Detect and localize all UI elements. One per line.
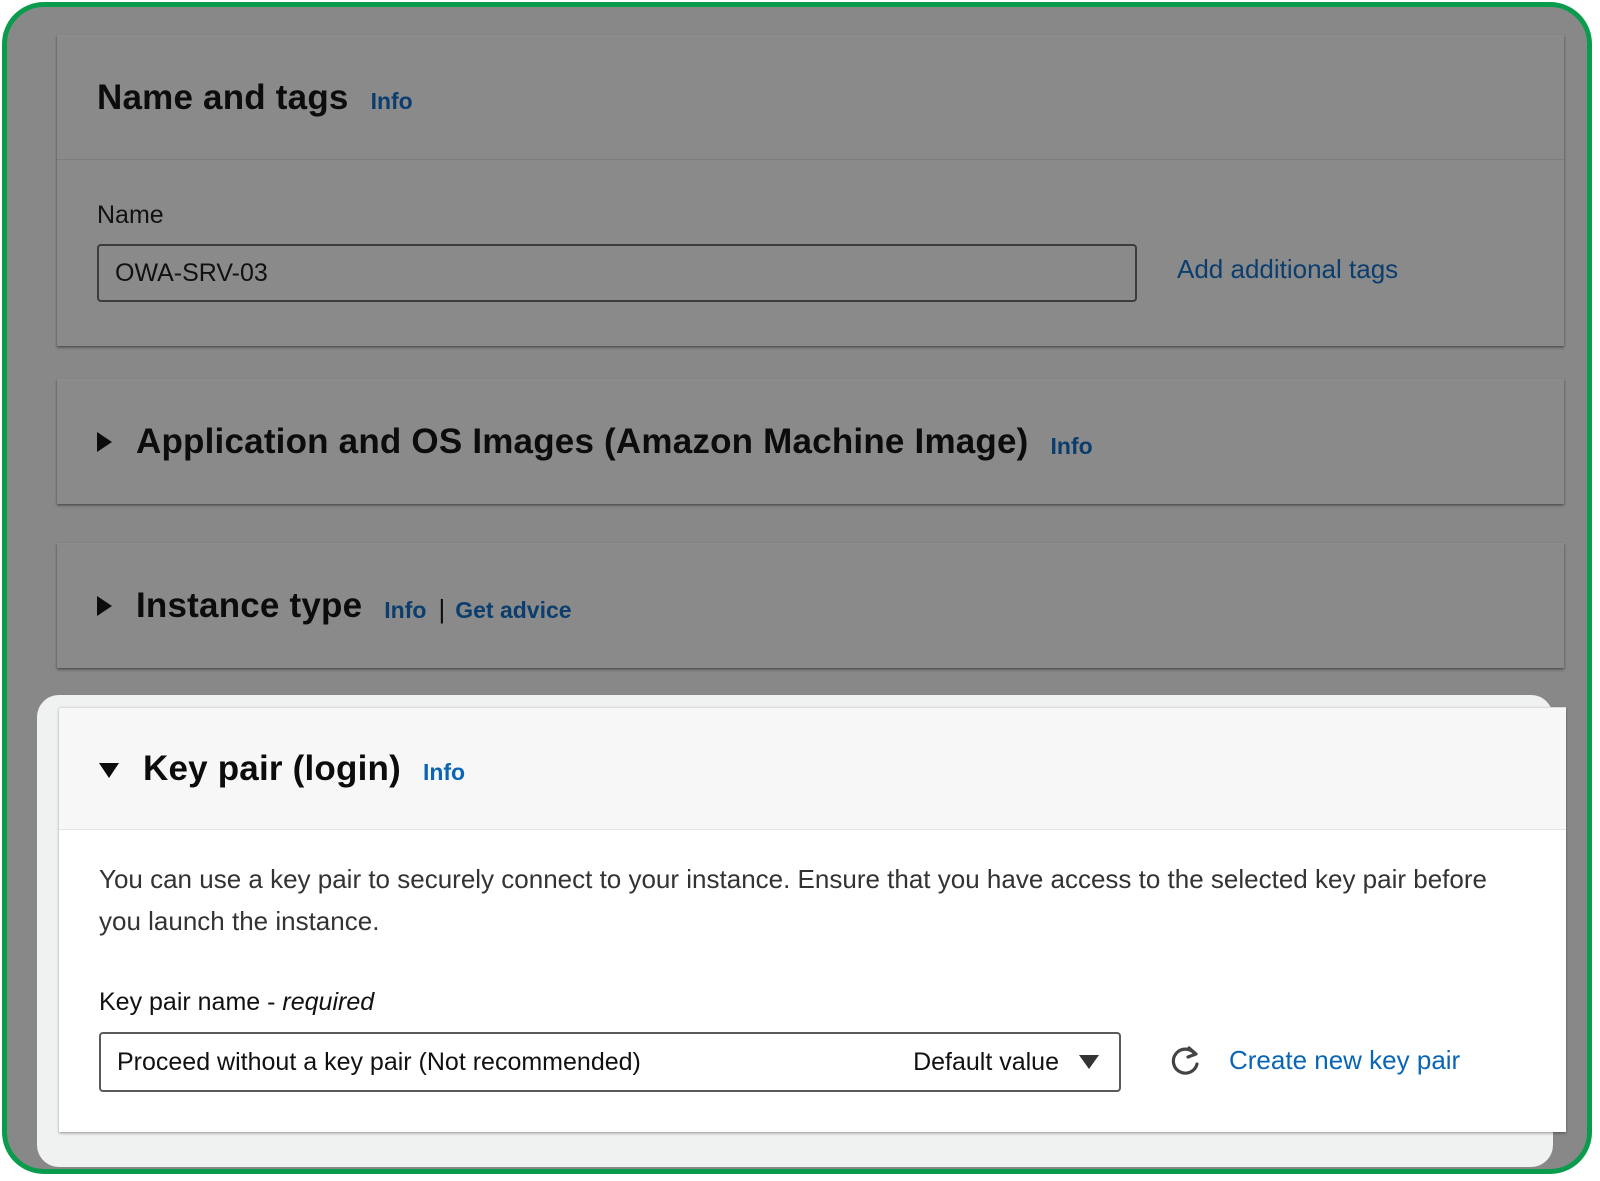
- key-pair-panel: Key pair (login) Info You can use a key …: [59, 707, 1566, 1132]
- get-advice-link[interactable]: Get advice: [455, 597, 571, 624]
- instance-type-title[interactable]: Instance type: [136, 586, 362, 626]
- ami-panel: Application and OS Images (Amazon Machin…: [57, 379, 1564, 504]
- name-and-tags-title: Name and tags: [97, 77, 349, 117]
- instance-type-panel: Instance type Info | Get advice: [57, 543, 1564, 668]
- name-and-tags-header: Name and tags Info: [57, 36, 1564, 160]
- key-pair-selected-value: Proceed without a key pair (Not recommen…: [117, 1047, 641, 1076]
- required-indicator: required: [282, 988, 375, 1016]
- key-pair-name-label: Key pair name - required: [99, 988, 374, 1017]
- name-and-tags-panel: Name and tags Info Name Add additional t…: [57, 35, 1564, 346]
- default-value-tag: Default value: [913, 1047, 1059, 1076]
- screenshot-frame: Name and tags Info Name Add additional t…: [2, 2, 1592, 1174]
- caret-right-icon[interactable]: [97, 596, 112, 616]
- ami-info-link[interactable]: Info: [1051, 433, 1093, 460]
- link-separator: |: [438, 593, 446, 624]
- caret-right-icon[interactable]: [97, 432, 112, 452]
- ami-title[interactable]: Application and OS Images (Amazon Machin…: [136, 422, 1029, 462]
- instance-type-info-link[interactable]: Info: [384, 597, 426, 624]
- key-pair-description: You can use a key pair to securely conne…: [99, 864, 1487, 936]
- add-additional-tags-link[interactable]: Add additional tags: [1177, 254, 1398, 285]
- name-and-tags-info-link[interactable]: Info: [371, 88, 413, 115]
- refresh-icon[interactable]: [1167, 1044, 1203, 1080]
- key-pair-title[interactable]: Key pair (login): [143, 749, 401, 789]
- caret-down-icon[interactable]: [99, 763, 119, 778]
- name-input[interactable]: [97, 244, 1137, 302]
- create-new-key-pair-link[interactable]: Create new key pair: [1229, 1045, 1460, 1076]
- ami-header[interactable]: Application and OS Images (Amazon Machin…: [57, 380, 1564, 504]
- key-pair-info-link[interactable]: Info: [423, 759, 465, 786]
- name-field-label: Name: [97, 201, 164, 229]
- instance-type-header[interactable]: Instance type Info | Get advice: [57, 544, 1564, 668]
- key-pair-select[interactable]: Proceed without a key pair (Not recommen…: [99, 1032, 1121, 1092]
- dropdown-caret-icon: [1079, 1055, 1099, 1069]
- key-pair-name-label-text: Key pair name -: [99, 988, 283, 1016]
- key-pair-header[interactable]: Key pair (login) Info: [59, 708, 1566, 830]
